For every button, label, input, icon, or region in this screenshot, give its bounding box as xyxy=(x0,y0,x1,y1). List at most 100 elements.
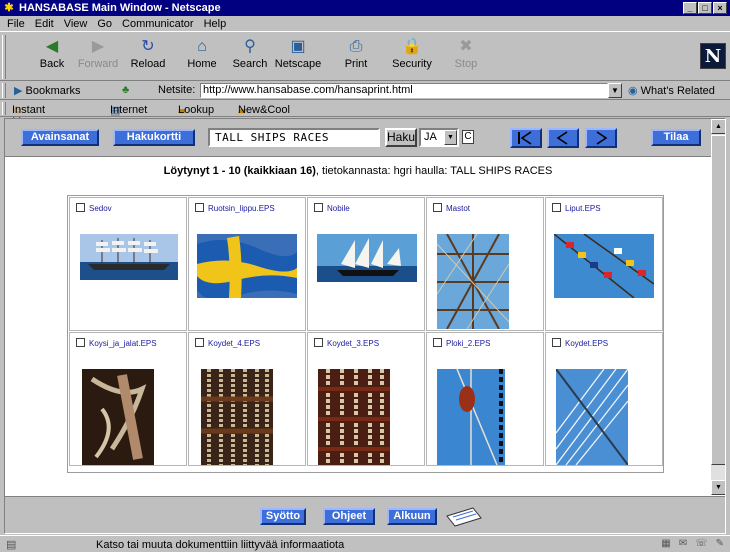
bookmarks-button[interactable]: ▶ Bookmarks xyxy=(14,84,81,97)
next-page-button[interactable] xyxy=(585,128,617,148)
window-title: HANSABASE Main Window - Netscape xyxy=(19,2,221,14)
forward-button[interactable]: ▶ Forward xyxy=(72,36,124,78)
result-thumbnail[interactable] xyxy=(554,234,654,298)
chevron-down-icon: ▼ xyxy=(444,130,457,145)
rope-and-legs-image xyxy=(82,369,154,465)
swedish-flag-image xyxy=(197,234,297,298)
masts-image xyxy=(437,234,509,329)
alkuun-button[interactable]: Alkuun xyxy=(387,508,437,525)
result-cell: Koydet.EPS xyxy=(545,332,663,466)
result-label[interactable]: Sedov xyxy=(76,203,112,213)
mail-icon[interactable]: ✉ xyxy=(679,538,687,549)
result-thumbnail[interactable] xyxy=(80,234,178,280)
select-checkbox[interactable] xyxy=(552,203,561,212)
result-label[interactable]: Liput.EPS xyxy=(552,203,601,213)
menu-file[interactable]: File xyxy=(2,18,30,30)
search-input[interactable]: TALL SHIPS RACES xyxy=(208,128,380,147)
result-label[interactable]: Koydet_4.EPS xyxy=(195,338,260,348)
minimize-button[interactable]: _ xyxy=(683,2,697,14)
toolbar-grip[interactable] xyxy=(2,35,6,79)
ohjeet-button[interactable]: Ohjeet xyxy=(323,508,375,525)
page-proxy-icon[interactable]: ♣ xyxy=(122,84,129,96)
hakukortti-button[interactable]: Hakukortti xyxy=(113,129,195,146)
result-cell: Sedov xyxy=(69,197,187,331)
navigator-icon[interactable]: ▦ xyxy=(661,538,670,549)
location-bar: ▶ Bookmarks ♣ Netsite: http://www.hansab… xyxy=(0,81,730,100)
operator-select[interactable]: JA ▼ xyxy=(419,128,459,147)
select-checkbox[interactable] xyxy=(314,203,323,212)
select-checkbox[interactable] xyxy=(76,203,85,212)
result-label[interactable]: Koysi_ja_jalat.EPS xyxy=(76,338,157,348)
result-label[interactable]: Koydet.EPS xyxy=(552,338,608,348)
menu-view[interactable]: View xyxy=(59,18,93,30)
result-thumbnail[interactable] xyxy=(437,369,505,465)
result-thumbnail[interactable] xyxy=(201,369,273,465)
select-checkbox[interactable] xyxy=(76,338,85,347)
url-field[interactable]: http://www.hansabase.com/hansaprint.html xyxy=(200,83,608,98)
home-button[interactable]: ⌂ Home xyxy=(176,36,228,78)
close-button[interactable]: × xyxy=(713,2,727,14)
select-checkbox[interactable] xyxy=(195,338,204,347)
select-checkbox[interactable] xyxy=(433,203,442,212)
select-checkbox[interactable] xyxy=(433,338,442,347)
result-label[interactable]: Nobile xyxy=(314,203,350,213)
stop-icon: ✖ xyxy=(459,38,473,55)
results-query: , tietokannasta: hgri haulla: TALL SHIPS… xyxy=(315,165,553,177)
scrollbar-thumb[interactable] xyxy=(711,135,725,465)
print-button[interactable]: ⎙ Print xyxy=(330,36,382,78)
menu-edit[interactable]: Edit xyxy=(30,18,59,30)
maximize-button[interactable]: □ xyxy=(698,2,712,14)
menu-help[interactable]: Help xyxy=(199,18,232,30)
composer-icon[interactable]: ✎ xyxy=(716,538,724,549)
menu-go[interactable]: Go xyxy=(92,18,117,30)
result-cell: Ruotsin_lippu.EPS xyxy=(188,197,306,331)
menu-communicator[interactable]: Communicator xyxy=(117,18,199,30)
result-cell: Koydet_3.EPS xyxy=(307,332,425,466)
c-field[interactable]: C xyxy=(462,130,474,144)
select-checkbox[interactable] xyxy=(195,203,204,212)
select-checkbox[interactable] xyxy=(314,338,323,347)
results-range: Löytynyt 1 - 10 (kaikkiaan 16) xyxy=(163,165,316,177)
select-checkbox[interactable] xyxy=(552,338,561,347)
discussion-icon[interactable]: ☏ xyxy=(695,538,708,549)
whats-related-button[interactable]: ◉ What's Related xyxy=(628,84,715,97)
ship-sedov-image xyxy=(80,234,178,280)
location-grip[interactable] xyxy=(2,83,6,98)
syotto-button[interactable]: Syötto xyxy=(260,508,306,525)
print-icon: ⎙ xyxy=(349,38,363,55)
url-dropdown-icon[interactable]: ▼ xyxy=(608,83,622,98)
result-cell: Liput.EPS xyxy=(545,197,663,331)
previous-page-button[interactable] xyxy=(547,128,579,148)
bottom-nav: Syötto Ohjeet Alkuun xyxy=(5,496,725,533)
result-label[interactable]: Koydet_3.EPS xyxy=(314,338,379,348)
feedback-card-icon[interactable] xyxy=(443,506,483,528)
result-label[interactable]: Ruotsin_lippu.EPS xyxy=(195,203,275,213)
result-thumbnail[interactable] xyxy=(82,369,154,465)
result-cell: Koydet_4.EPS xyxy=(188,332,306,466)
scroll-up-icon[interactable]: ▲ xyxy=(711,119,725,134)
search-button[interactable]: ⚲ Search xyxy=(224,36,276,78)
avainsanat-button[interactable]: Avainsanat xyxy=(21,129,99,146)
tilaa-button[interactable]: Tilaa xyxy=(651,129,701,146)
stop-button[interactable]: ✖ Stop xyxy=(440,36,492,78)
reload-button[interactable]: ↻ Reload xyxy=(122,36,174,78)
security-lock-icon[interactable]: ▤ xyxy=(6,538,16,551)
first-page-button[interactable] xyxy=(510,128,542,148)
result-thumbnail[interactable] xyxy=(317,234,417,282)
result-thumbnail[interactable] xyxy=(556,369,628,465)
back-button[interactable]: ◀ Back xyxy=(26,36,78,78)
result-label[interactable]: Ploki_2.EPS xyxy=(433,338,490,348)
result-label[interactable]: Mastot xyxy=(433,203,470,213)
vertical-scrollbar[interactable]: ▲ ▼ xyxy=(711,119,725,495)
personal-grip[interactable] xyxy=(2,102,6,115)
result-thumbnail[interactable] xyxy=(318,369,390,465)
scroll-down-icon[interactable]: ▼ xyxy=(711,480,725,495)
result-thumbnail[interactable] xyxy=(437,234,509,329)
haku-button[interactable]: Haku xyxy=(385,128,417,147)
netscape-logo[interactable]: N xyxy=(700,43,726,69)
security-button[interactable]: 🔒 Security xyxy=(386,36,438,78)
results-grid: Sedov Ruotsin_lippu.EPS Nobile Mastot Li… xyxy=(67,195,664,473)
netscape-button[interactable]: ▣ Netscape xyxy=(272,36,324,78)
netscape-app-icon: ✱ xyxy=(4,2,14,14)
result-thumbnail[interactable] xyxy=(197,234,297,298)
